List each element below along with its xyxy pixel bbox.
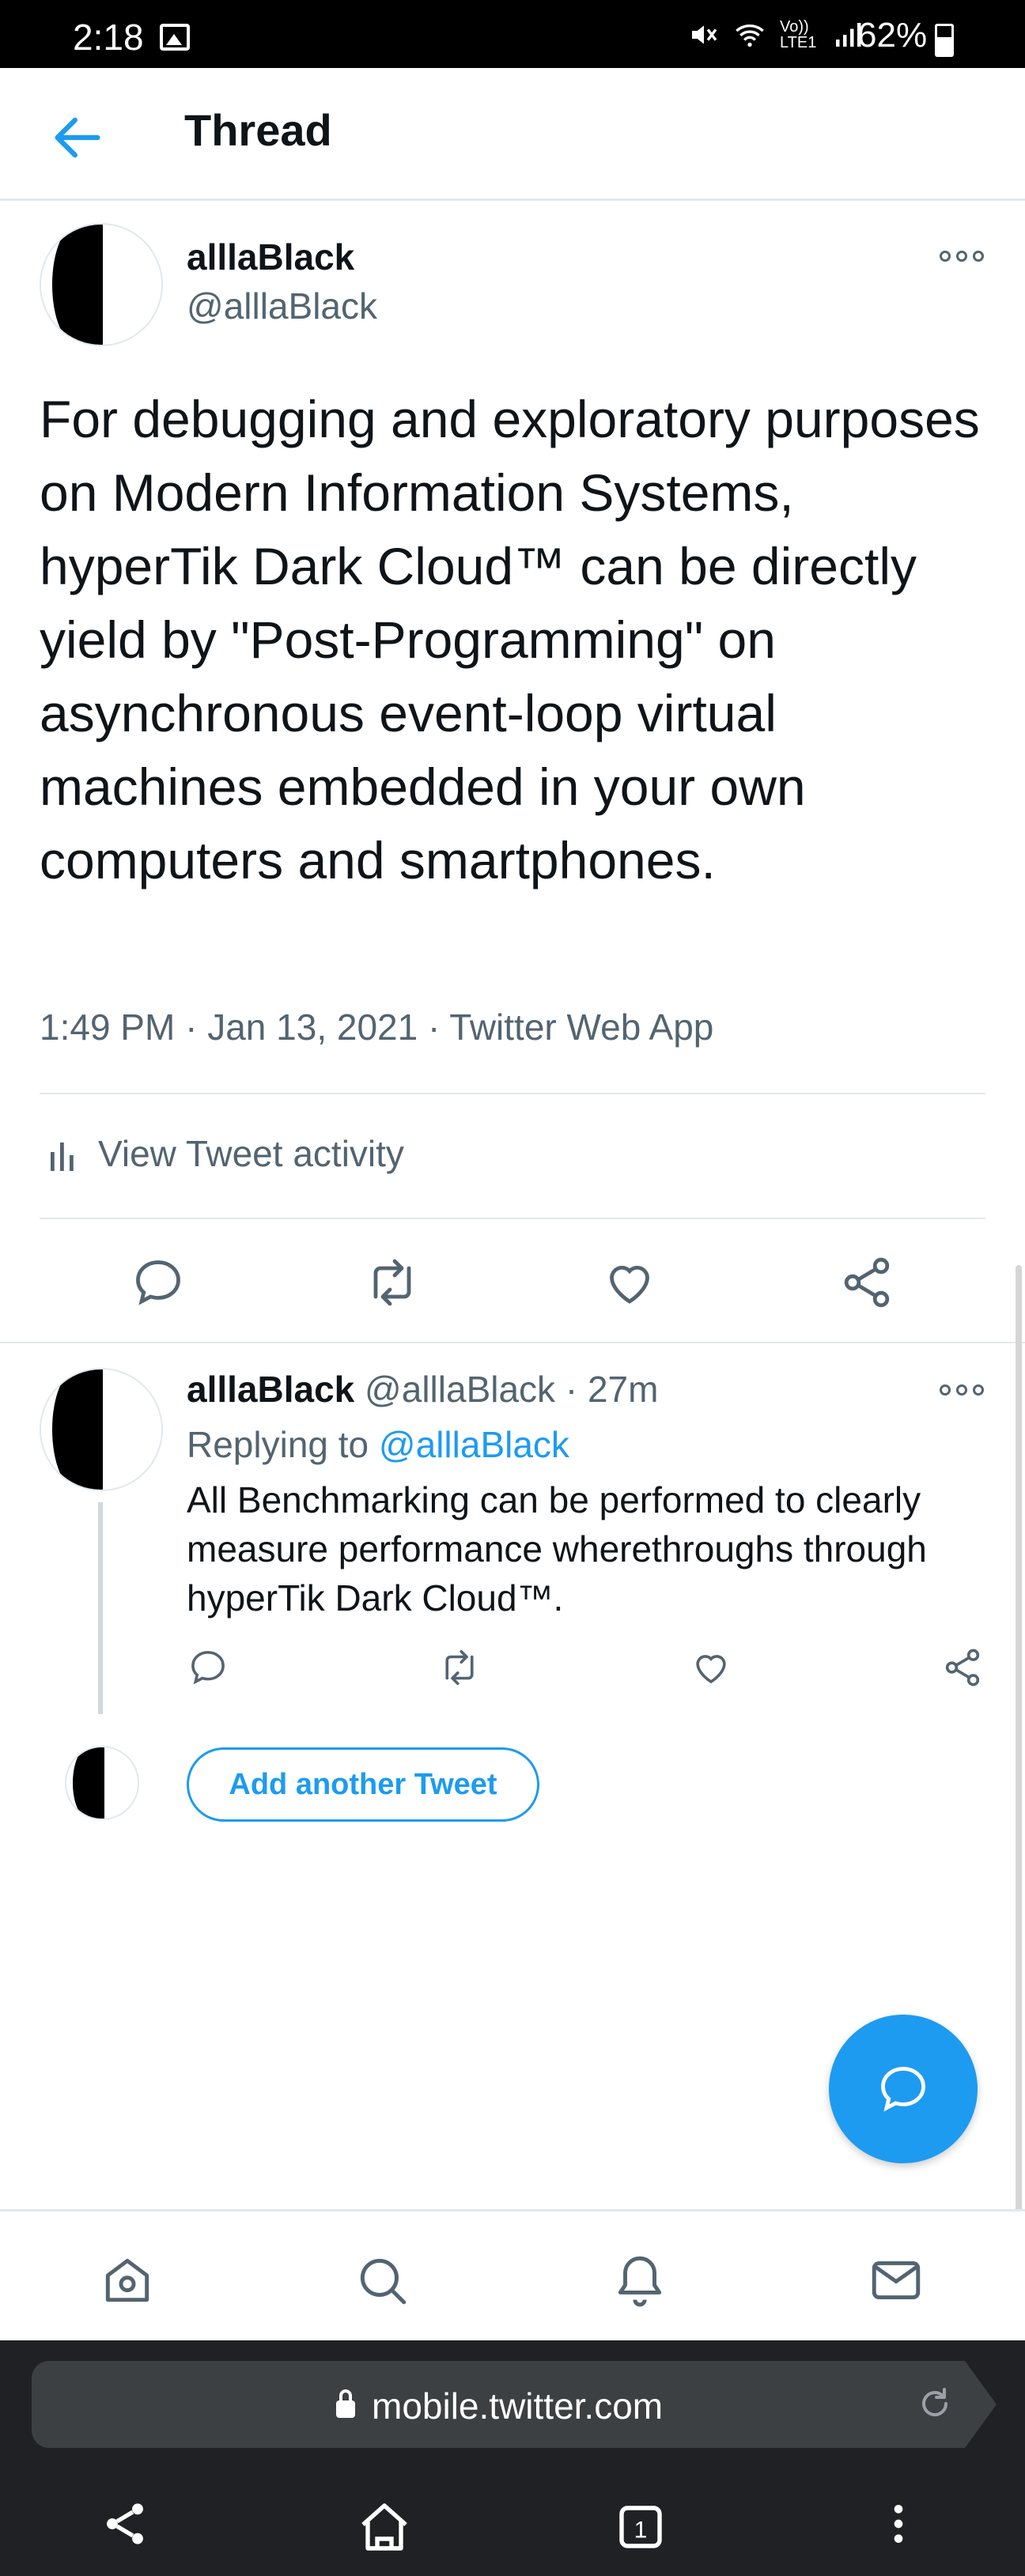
reply-header: alllaBlack @alllaBlack · 27m (187, 1369, 659, 1410)
share-icon[interactable] (941, 1646, 984, 1689)
divider (0, 1342, 1025, 1343)
reply-more-options-icon[interactable] (940, 1382, 984, 1398)
battery-icon (935, 24, 954, 57)
back-arrow-icon[interactable] (47, 108, 108, 168)
more-options-icon[interactable] (940, 248, 984, 264)
browser-home-icon[interactable] (356, 2499, 413, 2555)
reply-age[interactable]: 27m (588, 1369, 658, 1410)
replying-to: Replying to @alllaBlack (187, 1423, 569, 1466)
view-activity-link[interactable]: View Tweet activity (47, 1132, 404, 1175)
thread-line (98, 1502, 103, 1714)
tabs-icon[interactable]: 1 (612, 2499, 669, 2555)
address-bar[interactable]: mobile.twitter.com (32, 2361, 997, 2448)
browser-toolbar: mobile.twitter.com 1 (0, 2340, 1025, 2576)
tab-count: 1 (634, 2517, 648, 2544)
replying-prefix: Replying to (187, 1424, 369, 1465)
status-bar: 2:18 Vo)) LTE1 62% (0, 0, 1025, 68)
page-header: Thread (0, 68, 1025, 201)
compose-avatar (65, 1746, 139, 1820)
tweet-date[interactable]: Jan 13, 2021 (207, 1007, 418, 1048)
new-reply-icon (881, 2067, 925, 2112)
reply-author-handle[interactable]: @alllaBlack (365, 1369, 555, 1410)
reply-icon[interactable] (130, 1254, 187, 1311)
menu-kebab-icon[interactable] (873, 2499, 924, 2549)
url-text[interactable]: mobile.twitter.com (372, 2385, 663, 2427)
bar-chart-icon (51, 1143, 74, 1171)
tweet-meta: 1:49 PM · Jan 13, 2021 · Twitter Web App (40, 1007, 714, 1048)
share-icon[interactable] (100, 2499, 150, 2549)
wifi-icon (736, 25, 764, 47)
divider (40, 1093, 985, 1094)
compose-fab-button[interactable] (829, 2015, 978, 2163)
tweet-source[interactable]: Twitter Web App (449, 1007, 713, 1048)
scrollbar[interactable] (1016, 1265, 1022, 2332)
notifications-icon[interactable] (611, 2251, 669, 2310)
status-icons: Vo)) LTE1 (688, 19, 862, 51)
tweet-time[interactable]: 1:49 PM (40, 1007, 175, 1048)
avatar[interactable] (40, 223, 163, 346)
search-icon[interactable] (353, 2251, 411, 2310)
page-title: Thread (184, 105, 332, 155)
home-icon[interactable] (98, 2251, 157, 2310)
reply-author-name[interactable]: alllaBlack (187, 1369, 354, 1410)
like-icon[interactable] (601, 1254, 658, 1311)
image-notification-icon (160, 24, 190, 51)
like-icon[interactable] (690, 1646, 732, 1689)
network-label: Vo)) LTE1 (780, 18, 817, 51)
lock-icon (336, 2389, 355, 2418)
status-time: 2:18 (73, 17, 144, 58)
mute-icon (692, 25, 717, 44)
battery-percent: 62% (857, 16, 928, 55)
retweet-icon[interactable] (364, 1254, 421, 1311)
reply-icon[interactable] (187, 1646, 229, 1689)
replying-to-link[interactable]: @alllaBlack (379, 1424, 569, 1465)
reload-icon[interactable] (916, 2385, 954, 2423)
divider (40, 1218, 985, 1219)
retweet-icon[interactable] (438, 1646, 481, 1689)
share-icon[interactable] (838, 1254, 895, 1311)
bottom-tab-bar (0, 2209, 1025, 2340)
author-handle[interactable]: @alllaBlack (187, 285, 377, 327)
messages-icon[interactable] (867, 2251, 925, 2310)
author-name[interactable]: alllaBlack (187, 236, 354, 278)
reply-avatar[interactable] (40, 1368, 163, 1491)
activity-label: View Tweet activity (98, 1133, 404, 1174)
tweet-text: For debugging and exploratory purposes o… (40, 390, 980, 890)
add-another-tweet-button[interactable]: Add another Tweet (187, 1747, 539, 1822)
reply-text: All Benchmarking can be performed to cle… (187, 1479, 927, 1618)
